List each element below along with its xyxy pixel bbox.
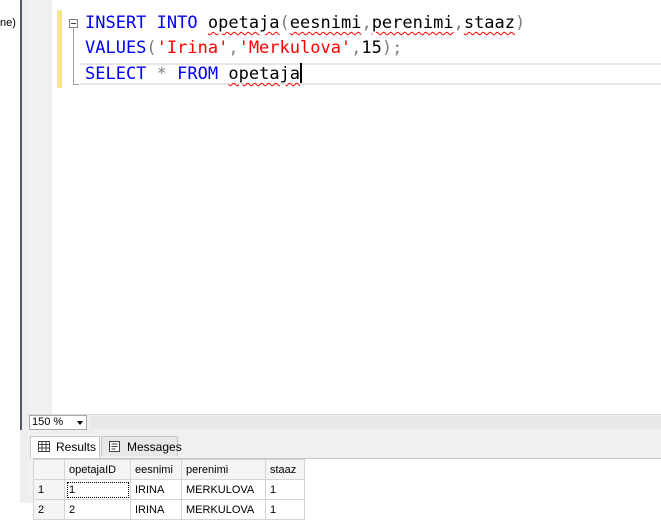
comma: , (228, 38, 239, 58)
code-line-3[interactable]: SELECT * FROM opetaja (85, 63, 303, 85)
comma: , (453, 13, 464, 33)
object-explorer-panel[interactable]: ne) (0, 0, 20, 503)
column-header-eesnimi[interactable]: eesnimi (130, 459, 182, 480)
close-paren: ) (381, 38, 393, 58)
keyword-insert: INSERT (85, 13, 147, 33)
column-header-perenimi[interactable]: perenimi (181, 459, 266, 480)
grid-icon (38, 441, 50, 452)
comma: , (361, 13, 372, 33)
column-eesnimi: eesnimi (289, 13, 362, 33)
semicolon: ; (392, 38, 403, 58)
results-grid[interactable]: opetajaID eesnimi perenimi staaz 1 1 IRI… (33, 458, 661, 520)
open-paren: ( (146, 38, 157, 58)
zoom-value: 150 % (32, 416, 64, 428)
star-operator: * (156, 64, 167, 84)
close-paren: ) (515, 13, 526, 33)
row-number[interactable]: 1 (33, 479, 65, 500)
table-name: opetaja (228, 64, 301, 84)
results-table: opetajaID eesnimi perenimi staaz 1 1 IRI… (33, 459, 305, 520)
tab-results-label: Results (56, 440, 97, 454)
change-tracking-bar (57, 10, 62, 88)
tab-messages-label: Messages (127, 440, 182, 454)
number-15: 15 (361, 38, 382, 58)
table-name: opetaja (207, 13, 280, 33)
keyword-values: VALUES (85, 38, 147, 58)
table-cell[interactable]: 1 (64, 479, 131, 500)
keyword-from: FROM (177, 64, 219, 84)
editor-gutter (27, 0, 52, 414)
fold-guide-end (73, 84, 79, 85)
table-cell[interactable]: 1 (265, 479, 305, 500)
column-perenimi: perenimi (371, 13, 454, 33)
column-header-staaz[interactable]: staaz (265, 459, 305, 480)
table-cell[interactable]: MERKULOVA (181, 479, 266, 500)
column-header-opetajaid[interactable]: opetajaID (64, 459, 131, 480)
column-staaz: staaz (463, 13, 516, 33)
lower-splitter (20, 430, 27, 503)
string-merkulova: 'Merkulova' (238, 38, 352, 58)
open-paren: ( (279, 13, 290, 33)
keyword-into: INTO (156, 13, 198, 33)
text-caret (300, 63, 303, 83)
code-line-2[interactable]: VALUES('Irina','Merkulova',15); (85, 37, 402, 59)
comma: , (351, 38, 362, 58)
chevron-down-icon[interactable] (77, 421, 83, 425)
tab-messages[interactable]: Messages (101, 436, 182, 456)
zoom-dropdown[interactable]: 150 % (29, 415, 87, 430)
explorer-tree-item-text[interactable]: ne) (0, 17, 16, 29)
fold-guide-line (73, 28, 74, 84)
code-line-1[interactable]: INSERT INTO opetaja(eesnimi,perenimi,sta… (85, 12, 525, 34)
corner-cell[interactable] (33, 459, 65, 480)
table-cell[interactable]: IRINA (130, 479, 182, 500)
keyword-select: SELECT (85, 64, 147, 84)
messages-icon (109, 441, 120, 452)
table-row[interactable]: 1 1 IRINA MERKULOVA 1 (33, 479, 305, 500)
header-row: opetajaID eesnimi perenimi staaz (33, 459, 305, 480)
horizontal-scrollbar[interactable] (90, 416, 661, 429)
collapse-region-icon[interactable] (69, 19, 78, 28)
tab-results[interactable]: Results (30, 436, 100, 458)
string-irina: 'Irina' (156, 38, 229, 58)
